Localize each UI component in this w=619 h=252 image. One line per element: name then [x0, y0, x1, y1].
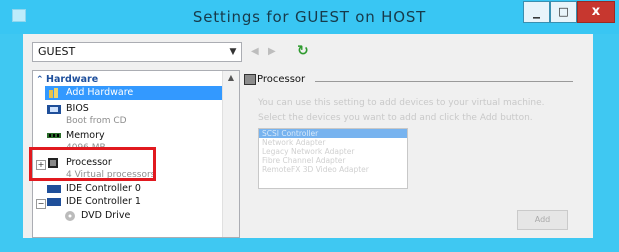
- settings-window: Settings for GUEST on HOST _ □ x GUEST ▼…: [0, 0, 619, 252]
- tree-item-bios[interactable]: BIOS: [66, 103, 89, 114]
- ide-controller-icon: [47, 198, 61, 206]
- tree-item-label: Add Hardware: [66, 87, 134, 98]
- vm-select-value: GUEST: [38, 45, 76, 58]
- refresh-icon[interactable]: ↻: [297, 43, 309, 59]
- forward-arrow-icon[interactable]: ▶: [268, 46, 276, 57]
- tree-item-ide-controller-0[interactable]: IDE Controller 0: [66, 183, 141, 194]
- vm-select-dropdown[interactable]: GUEST ▼: [32, 42, 242, 62]
- add-button[interactable]: Add: [517, 210, 568, 230]
- tree-item-add-hardware[interactable]: Add Hardware: [45, 86, 225, 100]
- add-hardware-icon: [49, 88, 58, 98]
- processor-icon: [244, 74, 256, 85]
- close-button[interactable]: x: [577, 1, 615, 23]
- tree-item-ide-controller-1[interactable]: IDE Controller 1: [66, 196, 141, 207]
- device-list-item[interactable]: Legacy Network Adapter: [259, 147, 407, 156]
- bios-icon: [47, 105, 61, 114]
- ide-controller-icon: [47, 185, 61, 193]
- maximize-button[interactable]: □: [550, 1, 577, 23]
- tree-item-sub: Boot from CD: [66, 116, 127, 126]
- panel-description-1: You can use this setting to add devices …: [258, 98, 545, 108]
- panel-description-2: Select the devices you want to add and c…: [258, 113, 533, 123]
- device-list-item[interactable]: Network Adapter: [259, 138, 407, 147]
- device-list[interactable]: SCSI Controller Network Adapter Legacy N…: [258, 128, 408, 189]
- tree-item-dvd-drive[interactable]: DVD Drive: [81, 210, 130, 221]
- tree-item-memory[interactable]: Memory: [66, 130, 105, 141]
- device-list-item[interactable]: Fibre Channel Adapter: [259, 156, 407, 165]
- processor-highlight-box: [29, 147, 156, 181]
- tree-header-label: Hardware: [46, 74, 99, 85]
- title-bar[interactable]: Settings for GUEST on HOST _ □ x: [0, 0, 619, 34]
- collapse-icon[interactable]: −: [36, 199, 46, 209]
- section-divider: [315, 81, 573, 82]
- dvd-drive-icon: [65, 211, 75, 221]
- settings-panel: Processor You can use this setting to ad…: [235, 70, 575, 238]
- tree-header-hardware[interactable]: ⌃ Hardware: [36, 74, 98, 85]
- device-list-item[interactable]: RemoteFX 3D Video Adapter: [259, 165, 407, 174]
- section-title: Processor: [257, 74, 306, 85]
- chevron-down-icon[interactable]: ▼: [225, 43, 241, 61]
- collapse-icon[interactable]: ⌃: [36, 75, 46, 85]
- minimize-button[interactable]: _: [523, 1, 550, 23]
- back-arrow-icon[interactable]: ◀: [251, 46, 259, 57]
- memory-icon: [47, 133, 61, 138]
- device-list-item[interactable]: SCSI Controller: [259, 129, 407, 138]
- settings-client-area: GUEST ▼ ◀ ▶ ↻ ⌃ Hardware Add Hardware BIO…: [23, 34, 593, 238]
